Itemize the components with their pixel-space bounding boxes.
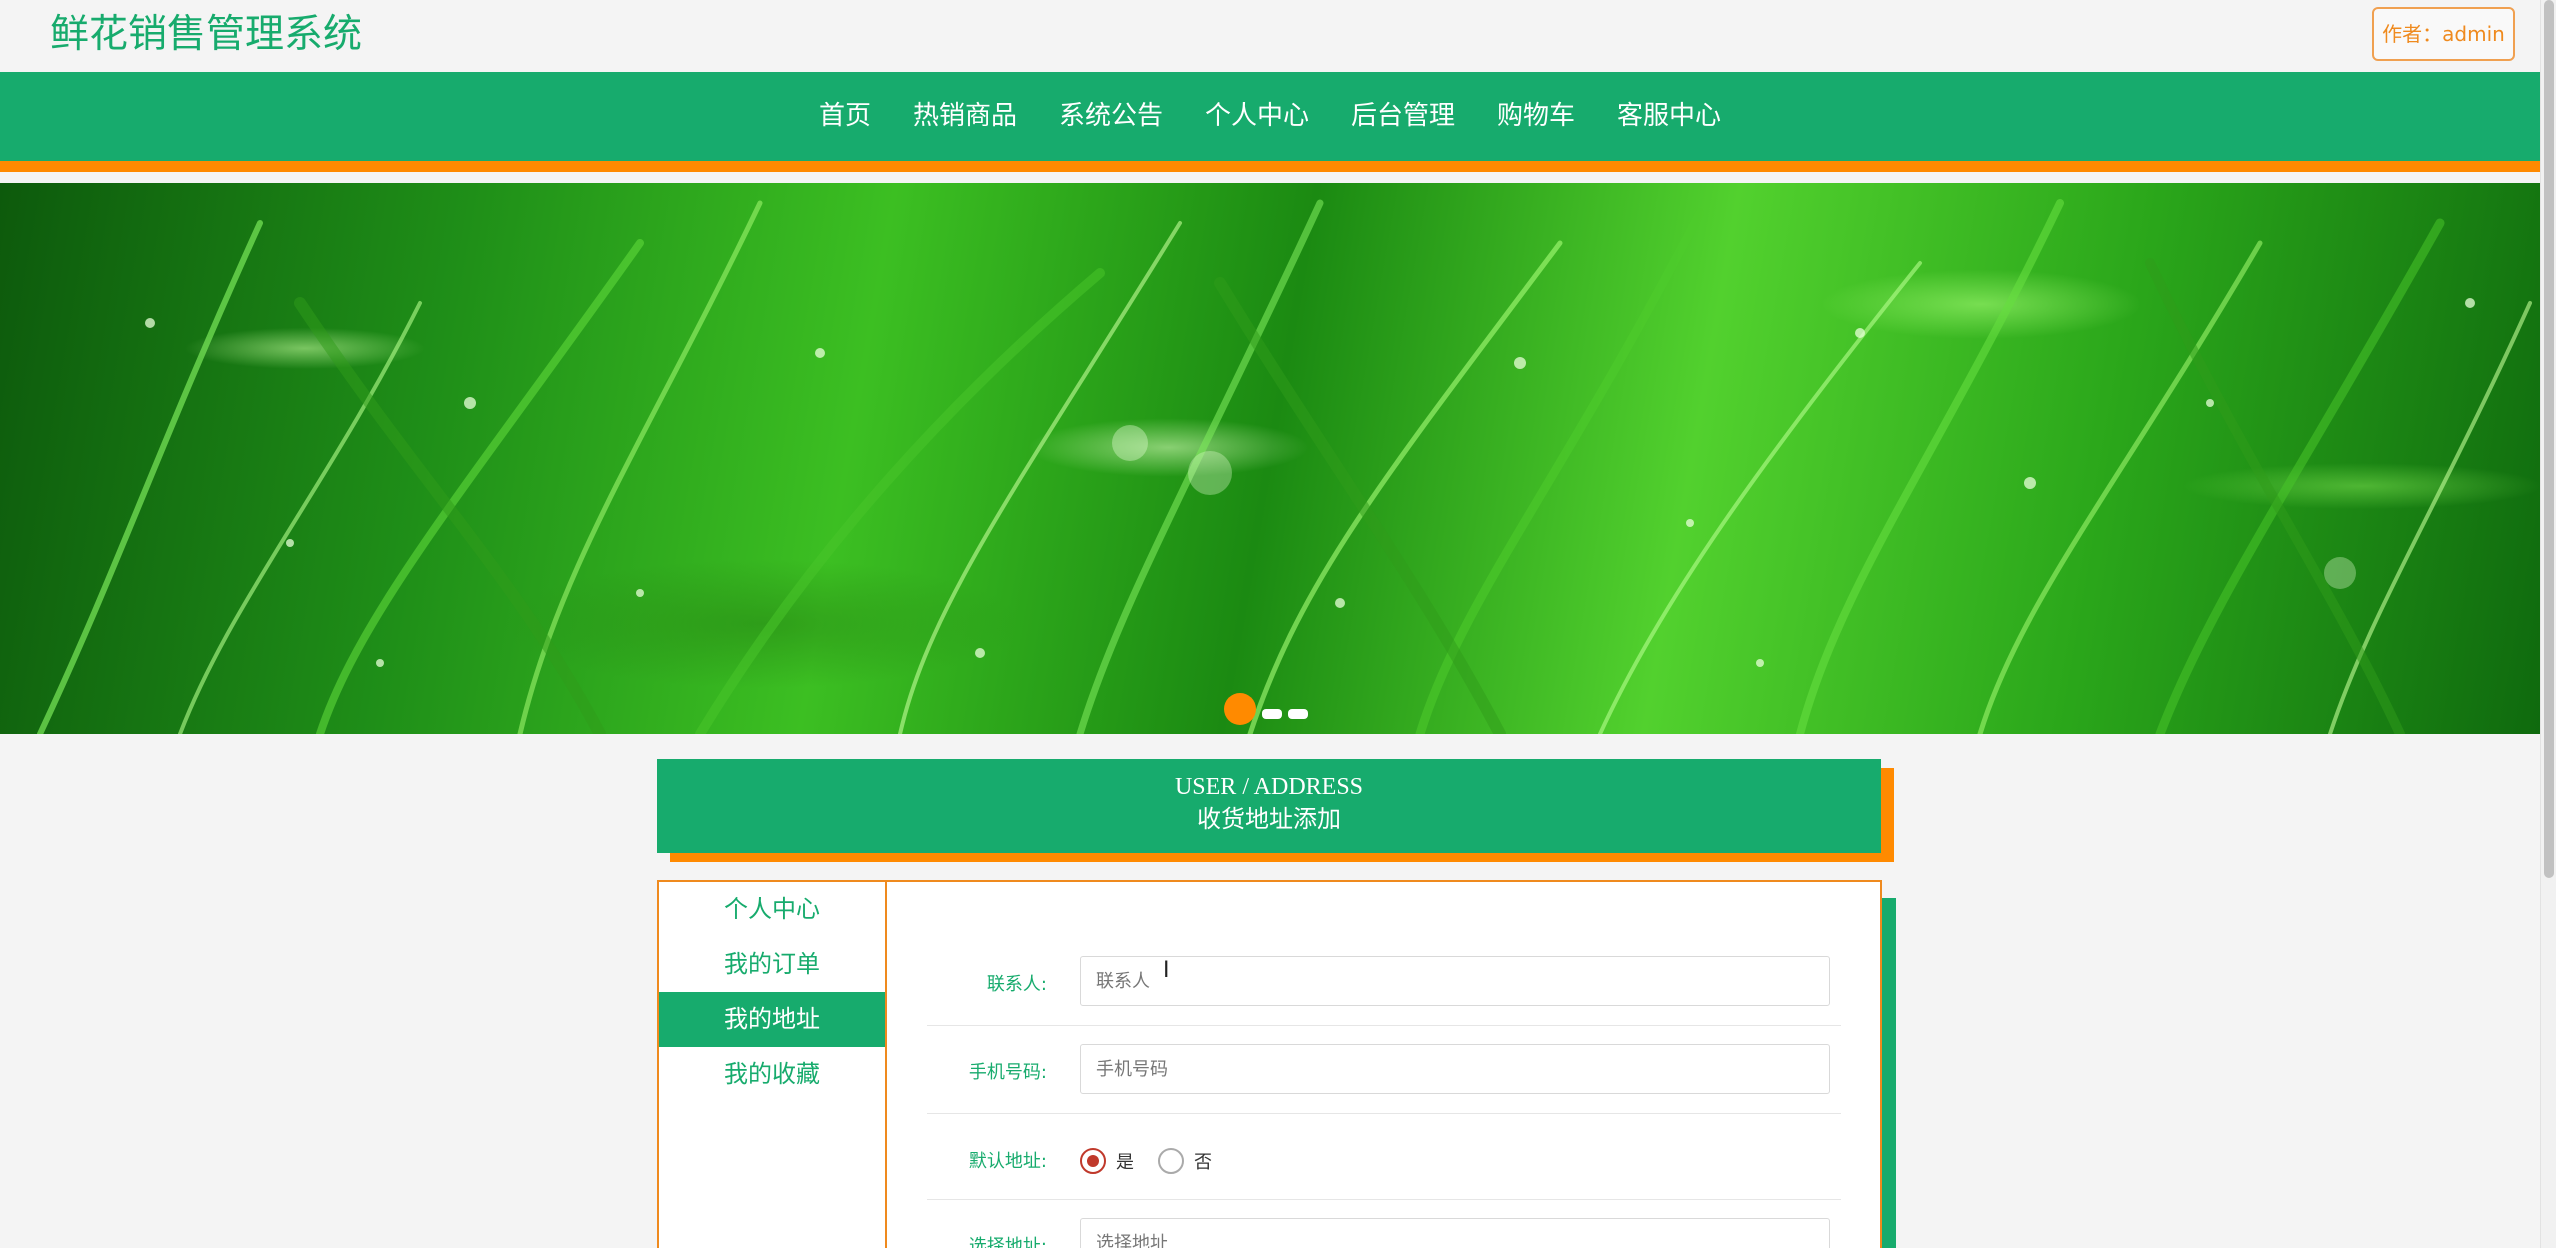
nav-item-cart[interactable]: 购物车 <box>1476 72 1596 161</box>
form-row-phone: 手机号码: <box>927 1044 1841 1114</box>
sidebar-item-favorites[interactable]: 我的收藏 <box>659 1047 885 1102</box>
radio-no-label: 否 <box>1194 1152 1212 1173</box>
site-title: 鲜花销售管理系统 <box>50 12 363 57</box>
address-label: 选择地址: <box>968 1236 1047 1248</box>
form-row-address: 选择地址: <box>927 1218 1841 1248</box>
contact-input[interactable] <box>1080 956 1830 1006</box>
nav-item-announcements[interactable]: 系统公告 <box>1038 72 1184 161</box>
nav-list: 首页 热销商品 系统公告 个人中心 后台管理 购物车 客服中心 <box>0 72 2540 161</box>
page-scrollbar[interactable] <box>2540 0 2556 1248</box>
text-cursor-icon: I <box>1163 958 1170 983</box>
sidebar-item-orders[interactable]: 我的订单 <box>659 937 885 992</box>
address-form: 联系人: 手机号码: 默认地址: 是 否 选择地址: <box>887 882 1882 1248</box>
carousel-indicators <box>1224 693 1308 725</box>
phone-label: 手机号码: <box>968 1062 1047 1083</box>
default-label: 默认地址: <box>968 1151 1047 1172</box>
nav-item-hot-products[interactable]: 热销商品 <box>892 72 1038 161</box>
section-title-en: USER / ADDRESS <box>1174 774 1364 800</box>
content-panel: 个人中心 我的订单 我的地址 我的收藏 联系人: 手机号码: 默认地址: 是 否 <box>657 880 1882 1248</box>
scrollbar-thumb[interactable] <box>2544 0 2554 878</box>
form-row-contact: 联系人: <box>927 956 1841 1026</box>
nav-item-home[interactable]: 首页 <box>798 72 892 161</box>
user-sidebar: 个人中心 我的订单 我的地址 我的收藏 <box>659 882 887 1248</box>
carousel-dot[interactable] <box>1288 709 1308 719</box>
default-radio-group: 是 否 <box>1080 1148 1236 1174</box>
address-input[interactable] <box>1080 1218 1830 1248</box>
carousel-dot[interactable] <box>1262 709 1282 719</box>
nav-item-personal-center[interactable]: 个人中心 <box>1184 72 1330 161</box>
radio-yes-label: 是 <box>1116 1152 1134 1173</box>
main-nav: 首页 热销商品 系统公告 个人中心 后台管理 购物车 客服中心 <box>0 72 2540 172</box>
nav-item-admin[interactable]: 后台管理 <box>1330 72 1476 161</box>
contact-label: 联系人: <box>986 974 1047 995</box>
form-row-default: 默认地址: 是 否 <box>927 1132 1841 1200</box>
sidebar-item-personal-center[interactable]: 个人中心 <box>659 882 885 937</box>
author-button[interactable]: 作者：admin <box>2372 7 2515 61</box>
banner-carousel <box>0 183 2540 734</box>
carousel-dot-active[interactable] <box>1224 693 1256 725</box>
sidebar-item-address[interactable]: 我的地址 <box>659 992 885 1047</box>
phone-input[interactable] <box>1080 1044 1830 1094</box>
radio-yes[interactable] <box>1080 1148 1106 1174</box>
section-header: USER / ADDRESS 收货地址添加 <box>657 759 1881 853</box>
radio-no[interactable] <box>1158 1148 1184 1174</box>
grass-banner-image <box>37 199 2532 734</box>
nav-item-support[interactable]: 客服中心 <box>1596 72 1742 161</box>
top-bar: 鲜花销售管理系统 作者：admin <box>0 0 2540 72</box>
section-title-cn: 收货地址添加 <box>1197 807 1341 833</box>
